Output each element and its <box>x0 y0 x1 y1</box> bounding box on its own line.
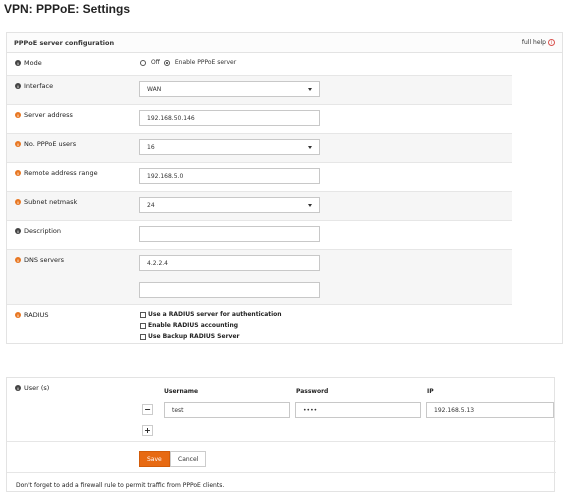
description-row: i Description <box>7 221 512 250</box>
add-user-button[interactable]: + <box>142 425 153 436</box>
users-row: i User (s) Username Password IP − test •… <box>7 378 556 442</box>
info-icon[interactable]: i <box>15 60 21 66</box>
info-icon[interactable]: i <box>15 199 21 205</box>
radius-row: i RADIUS Use a RADIUS server for authent… <box>7 305 512 343</box>
pppoe-settings-panel: PPPoE server configuration full help i i… <box>6 32 563 344</box>
interface-row: i Interface WAN <box>7 76 512 105</box>
users-panel: i User (s) Username Password IP − test •… <box>6 377 556 492</box>
server-address-label: Server address <box>24 111 73 119</box>
full-help-label: full help <box>521 39 546 46</box>
num-users-label: No. PPPoE users <box>24 140 77 148</box>
cancel-button[interactable]: Cancel <box>170 451 207 467</box>
full-help-toggle[interactable]: full help i <box>522 39 555 46</box>
info-icon[interactable]: i <box>15 83 21 89</box>
chevron-down-icon <box>308 146 312 149</box>
mode-enable-radio[interactable] <box>163 59 170 66</box>
remote-range-label: Remote address range <box>24 169 98 177</box>
radius-accounting-option[interactable]: Enable RADIUS accounting <box>140 322 238 329</box>
info-icon[interactable]: i <box>15 257 21 263</box>
info-icon[interactable]: i <box>15 228 21 234</box>
footer-divider <box>7 472 556 473</box>
users-label-wrap: i User (s) <box>15 384 49 392</box>
mode-label: Mode <box>24 59 42 67</box>
interface-select[interactable]: WAN <box>139 81 320 97</box>
radius-label: RADIUS <box>24 311 49 319</box>
help-toggle-icon: i <box>548 39 555 46</box>
server-address-input[interactable]: 192.168.50.146 <box>139 110 320 126</box>
page-title: VPN: PPPoE: Settings <box>4 2 131 16</box>
mode-enable-label: Enable PPPoE server <box>174 59 237 66</box>
subnet-row: i Subnet netmask 24 <box>7 192 512 221</box>
server-address-row: i Server address 192.168.50.146 <box>7 105 512 134</box>
interface-label-wrap: i Interface <box>15 82 53 90</box>
radius-auth-option[interactable]: Use a RADIUS server for authentication <box>140 311 282 318</box>
remote-range-label-wrap: i Remote address range <box>15 169 98 177</box>
password-input[interactable]: •••• <box>295 402 421 418</box>
remote-range-row: i Remote address range 192.168.5.0 <box>7 163 512 192</box>
radius-backup-option[interactable]: Use Backup RADIUS Server <box>140 333 239 340</box>
radius-backup-checkbox[interactable] <box>140 333 146 340</box>
num-users-row: i No. PPPoE users 16 <box>7 134 512 163</box>
mode-off-label: Off <box>151 59 160 66</box>
dns-primary-input[interactable]: 4.2.2.4 <box>139 255 320 271</box>
dns-label-wrap: i DNS servers <box>15 256 64 264</box>
username-input[interactable]: test <box>164 402 290 418</box>
remove-user-button[interactable]: − <box>142 404 153 415</box>
radius-auth-label: Use a RADIUS server for authentication <box>148 311 282 318</box>
dns-row: i DNS servers 4.2.2.4 <box>7 250 512 305</box>
description-input[interactable] <box>139 226 320 242</box>
info-icon[interactable]: i <box>15 141 21 147</box>
subnet-select[interactable]: 24 <box>139 197 320 213</box>
username-column-header: Username <box>164 388 199 395</box>
dns-secondary-input[interactable] <box>139 282 320 298</box>
password-column-header: Password <box>296 388 329 395</box>
radius-label-wrap: i RADIUS <box>15 311 49 319</box>
panel-header: PPPoE server configuration full help i <box>7 33 562 53</box>
subnet-label: Subnet netmask <box>24 198 78 206</box>
subnet-label-wrap: i Subnet netmask <box>15 198 77 206</box>
mode-row: i Mode Off Enable PPPoE server <box>7 53 512 76</box>
chevron-down-icon <box>308 204 312 207</box>
mode-radio-group: Off Enable PPPoE server <box>140 59 236 66</box>
ip-column-header: IP <box>427 388 434 395</box>
radius-accounting-checkbox[interactable] <box>140 322 146 329</box>
info-icon[interactable]: i <box>15 312 21 318</box>
info-icon[interactable]: i <box>15 385 21 391</box>
panel-header-title: PPPoE server configuration <box>14 38 115 47</box>
save-button[interactable]: Save <box>139 451 170 467</box>
subnet-select-value: 24 <box>147 201 155 209</box>
users-label: User (s) <box>24 384 50 392</box>
num-users-select-value: 16 <box>147 143 155 151</box>
description-label: Description <box>24 227 62 235</box>
radius-backup-label: Use Backup RADIUS Server <box>148 333 240 340</box>
num-users-label-wrap: i No. PPPoE users <box>15 140 76 148</box>
dns-label: DNS servers <box>24 256 65 264</box>
radius-accounting-label: Enable RADIUS accounting <box>148 322 239 329</box>
info-icon[interactable]: i <box>15 170 21 176</box>
interface-select-value: WAN <box>147 85 162 93</box>
server-address-label-wrap: i Server address <box>15 111 73 119</box>
mode-off-radio[interactable] <box>140 59 146 66</box>
firewall-note: Don't forget to add a firewall rule to p… <box>16 482 225 489</box>
chevron-down-icon <box>308 88 312 91</box>
mode-label-wrap: i Mode <box>15 59 42 67</box>
info-icon[interactable]: i <box>15 112 21 118</box>
description-label-wrap: i Description <box>15 227 61 235</box>
radius-auth-checkbox[interactable] <box>140 311 146 318</box>
ip-input[interactable]: 192.168.5.13 <box>426 402 554 418</box>
remote-range-input[interactable]: 192.168.5.0 <box>139 168 320 184</box>
num-users-select[interactable]: 16 <box>139 139 320 155</box>
interface-label: Interface <box>24 82 54 90</box>
